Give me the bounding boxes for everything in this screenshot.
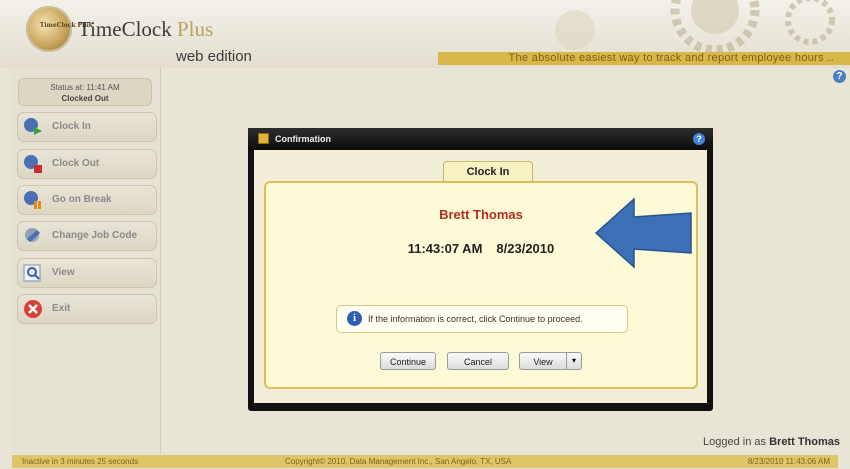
sidebar-item-change-job-code[interactable]: Change Job Code <box>17 221 157 251</box>
job-code-icon <box>25 228 40 242</box>
info-icon: i <box>347 311 362 326</box>
status-time: Status at: 11:41 AM <box>50 83 120 92</box>
sidebar-item-exit[interactable]: Exit <box>17 294 157 324</box>
continue-button[interactable]: Continue <box>380 352 436 370</box>
break-icon <box>24 191 41 209</box>
punch-date: 8/23/2010 <box>496 241 555 256</box>
help-icon[interactable]: ? <box>833 70 846 83</box>
edition-label: web edition <box>176 48 252 65</box>
sidebar-item-label: Exit <box>52 303 71 314</box>
sidebar: Status at: 11:41 AM Clocked Out Clock In… <box>12 68 161 454</box>
dialog-body: Clock In Brett Thomas 11:43:07 AM 8/23/20… <box>254 150 707 403</box>
sidebar-item-label: View <box>52 267 75 278</box>
gears-decoration <box>555 0 835 55</box>
status-box: Status at: 11:41 AM Clocked Out <box>18 78 152 106</box>
inactivity-timer: Inactive in 3 minutes 25 seconds <box>22 457 139 466</box>
sidebar-item-clock-in[interactable]: Clock In <box>17 112 157 142</box>
dialog-window-icon <box>258 133 269 144</box>
dialog-titlebar: Confirmation ? <box>248 128 713 150</box>
confirmation-panel: Brett Thomas 11:43:07 AM 8/23/2010 i If t… <box>264 181 698 389</box>
logged-in-user: Brett Thomas <box>769 436 840 448</box>
tab-clock-in[interactable]: Clock In <box>443 161 533 182</box>
sidebar-item-label: Go on Break <box>52 194 112 205</box>
exit-icon <box>24 300 42 318</box>
header: TimeClock Plus TimeClock Plus web editio… <box>0 0 850 68</box>
app-window: TimeClock Plus TimeClock Plus web editio… <box>0 0 850 469</box>
status-state: Clocked Out <box>61 94 109 103</box>
brand-plus: Plus <box>177 17 214 41</box>
dialog-help-icon[interactable]: ? <box>693 133 705 145</box>
brand-main: TimeClock <box>78 17 172 41</box>
info-message-box: i If the information is correct, click C… <box>336 305 628 333</box>
tagline-bar: The absolute easiest way to track and re… <box>438 52 850 65</box>
chevron-down-icon[interactable]: ▾ <box>566 352 582 370</box>
logged-in-label: Logged in as Brett Thomas <box>703 436 840 448</box>
footer-datetime: 8/23/2010 11:43:06 AM <box>747 457 830 466</box>
dialog-title: Confirmation <box>275 134 331 144</box>
sidebar-item-label: Change Job Code <box>52 230 138 241</box>
sidebar-item-label: Clock Out <box>52 158 100 169</box>
clock-out-icon <box>24 155 42 173</box>
logo: TimeClock Plus <box>26 6 92 52</box>
brand-title: TimeClock Plus <box>78 17 213 42</box>
sidebar-item-clock-out[interactable]: Clock Out <box>17 149 157 179</box>
tagline: The absolute easiest way to track and re… <box>508 52 834 64</box>
sidebar-item-label: Clock In <box>52 121 91 132</box>
logged-in-prefix: Logged in as <box>703 436 767 448</box>
confirmation-dialog: Confirmation ? Clock In Brett Thomas 11:… <box>248 128 713 411</box>
view-icon <box>23 264 41 282</box>
sidebar-item-view[interactable]: View <box>17 258 157 288</box>
info-message: If the information is correct, click Con… <box>368 314 583 324</box>
clock-in-icon <box>24 118 42 135</box>
cancel-button[interactable]: Cancel <box>447 352 509 370</box>
arrow-left-icon <box>594 197 692 269</box>
copyright: Copyright© 2010, Data Management Inc., S… <box>285 457 512 466</box>
view-button[interactable]: View <box>519 352 567 370</box>
sidebar-item-go-on-break[interactable]: Go on Break <box>17 185 157 215</box>
punch-time: 11:43:07 AM <box>407 241 483 256</box>
status-bar: Inactive in 3 minutes 25 seconds Copyrig… <box>12 455 838 468</box>
